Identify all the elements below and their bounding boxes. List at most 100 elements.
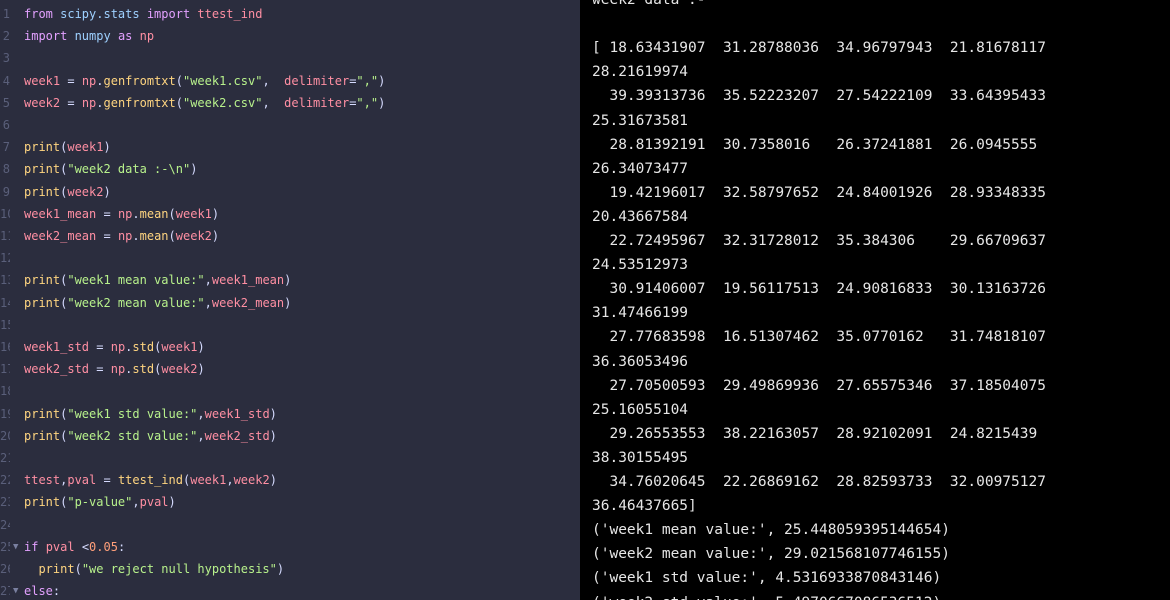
code-token: ) bbox=[197, 340, 205, 354]
line-number: 21 bbox=[0, 451, 10, 465]
code-token: week1 bbox=[24, 73, 61, 88]
code-line[interactable]: 10 week1_mean = np.mean(week1) bbox=[0, 203, 580, 225]
code-token: genfromtxt bbox=[103, 73, 176, 88]
code-text: week2 = np.genfromtxt("week2.csv", delim… bbox=[24, 92, 385, 114]
code-line[interactable]: 16 week1_std = np.std(week1) bbox=[0, 336, 580, 358]
code-token: pval bbox=[67, 473, 97, 488]
code-token: = bbox=[96, 206, 118, 221]
code-line[interactable]: 6 bbox=[0, 114, 580, 136]
line-number: 9 bbox=[2, 184, 10, 199]
output-line: 26.34073477 bbox=[592, 160, 689, 177]
code-token: scipy.stats bbox=[60, 7, 147, 21]
output-line: 28.21619974 bbox=[592, 64, 689, 81]
output-line: [ 18.63431907 31.28788036 34.96797943 21… bbox=[592, 40, 1046, 57]
code-token: print bbox=[38, 562, 75, 576]
code-token: week1 bbox=[161, 340, 198, 354]
code-token: print bbox=[24, 406, 61, 421]
code-token: print bbox=[24, 428, 61, 443]
code-line[interactable]: 18 bbox=[0, 380, 580, 402]
code-text: print(week2) bbox=[24, 181, 111, 203]
code-line[interactable]: 3 bbox=[0, 47, 580, 69]
output-line: 25.16055104 bbox=[592, 401, 689, 418]
code-token: "week1.csv" bbox=[182, 73, 263, 88]
code-token: week2_mean bbox=[24, 229, 97, 243]
code-token: np bbox=[110, 362, 126, 377]
code-line[interactable]: 21 bbox=[0, 447, 580, 469]
code-line[interactable]: 14 print("week2 mean value:",week2_mean) bbox=[0, 292, 580, 314]
output-line: 36.46437665] bbox=[592, 498, 697, 515]
code-line[interactable]: 24 bbox=[0, 514, 580, 536]
code-token: week2 bbox=[67, 184, 104, 199]
code-token: , bbox=[204, 273, 212, 288]
code-token: "week2 mean value:" bbox=[67, 295, 205, 310]
output-line: 27.77683598 16.51307462 35.0770162 31.74… bbox=[592, 329, 1046, 346]
code-text: print("p-value",pval) bbox=[24, 491, 176, 513]
line-number: 16 bbox=[0, 340, 10, 354]
code-line[interactable]: 22ttest,pval = ttest_ind(week1,week2) bbox=[0, 469, 580, 491]
code-token: week1 bbox=[190, 473, 227, 488]
code-token: ( bbox=[175, 73, 183, 88]
output-line: 28.81392191 30.7358016 26.37241881 26.09… bbox=[592, 136, 1046, 153]
code-token: ttest bbox=[24, 473, 61, 488]
code-editor[interactable]: 1 from scipy.stats import ttest_ind 2 impor… bbox=[0, 0, 580, 600]
code-line[interactable]: 12 bbox=[0, 247, 580, 269]
code-text: week1 = np.genfromtxt("week1.csv", delim… bbox=[24, 70, 385, 92]
line-number: 7 bbox=[2, 140, 10, 155]
code-token: , bbox=[226, 473, 234, 488]
code-token: delimiter bbox=[284, 95, 350, 110]
line-number: 25 bbox=[0, 539, 10, 554]
code-token: ) bbox=[190, 162, 198, 177]
code-token: ) bbox=[103, 140, 111, 155]
line-number: 26 bbox=[0, 562, 10, 576]
code-line[interactable]: 27▼ else: bbox=[0, 580, 580, 600]
code-token: std bbox=[132, 340, 155, 354]
line-number: 4 bbox=[2, 73, 10, 88]
code-line[interactable]: 9 print(week2) bbox=[0, 181, 580, 203]
code-line[interactable]: 25▼ if pval <0.05: bbox=[0, 536, 580, 558]
output-line: 20.43667584 bbox=[592, 208, 689, 225]
code-line[interactable]: 15 bbox=[0, 314, 580, 336]
code-text: if pval <0.05: bbox=[24, 536, 125, 558]
code-line[interactable]: 5 week2 = np.genfromtxt("week2.csv", deli… bbox=[0, 92, 580, 114]
code-line[interactable]: 19 print("week1 std value:",week1_std) bbox=[0, 403, 580, 425]
code-token: np bbox=[139, 29, 155, 44]
console-output[interactable]: week2 data :- [ 18.63431907 31.28788036 3… bbox=[580, 0, 1170, 600]
code-token: np bbox=[117, 206, 133, 221]
code-line[interactable]: 4 week1 = np.genfromtxt("week1.csv", deli… bbox=[0, 70, 580, 92]
code-line[interactable]: 13 print("week1 mean value:",week1_mean) bbox=[0, 269, 580, 291]
line-number: 3 bbox=[2, 51, 10, 66]
code-token: ( bbox=[168, 229, 176, 243]
code-line[interactable]: 1 from scipy.stats import ttest_ind bbox=[0, 3, 580, 25]
fold-arrow-icon[interactable]: ▼ bbox=[13, 536, 18, 558]
code-token: week2 bbox=[175, 229, 212, 243]
code-token: pval bbox=[139, 495, 169, 510]
code-line[interactable]: 7 print(week1) bbox=[0, 136, 580, 158]
code-token: ttest_ind bbox=[117, 473, 183, 488]
code-line[interactable]: 8 print("week2 data :-\n") bbox=[0, 158, 580, 180]
code-line[interactable]: 20 print("week2 std value:",week2_std) bbox=[0, 425, 580, 447]
fold-arrow-icon[interactable]: ▼ bbox=[13, 580, 18, 600]
code-text: print("week1 std value:",week1_std) bbox=[24, 403, 277, 425]
output-line: 39.39313736 35.52223207 27.54222109 33.6… bbox=[592, 88, 1046, 105]
code-token: . bbox=[96, 73, 104, 88]
code-line[interactable]: 17 week2_std = np.std(week2) bbox=[0, 358, 580, 380]
output-line: 24.53512973 bbox=[592, 257, 689, 274]
code-line[interactable]: 26 print("we reject null hypothesis") bbox=[0, 558, 580, 580]
output-line: ('week1 mean value:', 25.448059395144654… bbox=[592, 522, 950, 539]
code-token: . bbox=[96, 95, 104, 110]
code-token: as bbox=[117, 29, 140, 44]
code-line[interactable]: 23 print("p-value",pval) bbox=[0, 491, 580, 513]
code-text: else: bbox=[24, 580, 60, 600]
line-number: 10 bbox=[0, 206, 10, 221]
code-token: "we reject null hypothesis" bbox=[81, 562, 277, 576]
code-line[interactable]: 2 import numpy as np bbox=[0, 25, 580, 47]
code-line[interactable]: 11 week2_mean = np.mean(week2) bbox=[0, 225, 580, 247]
code-token: . bbox=[132, 206, 140, 221]
code-token: ) bbox=[197, 362, 205, 377]
code-token: ( bbox=[74, 562, 82, 576]
code-text: ttest,pval = ttest_ind(week1,week2) bbox=[24, 469, 277, 491]
code-token: print bbox=[24, 273, 61, 288]
code-token: , bbox=[262, 73, 285, 88]
code-token: mean bbox=[139, 229, 169, 243]
